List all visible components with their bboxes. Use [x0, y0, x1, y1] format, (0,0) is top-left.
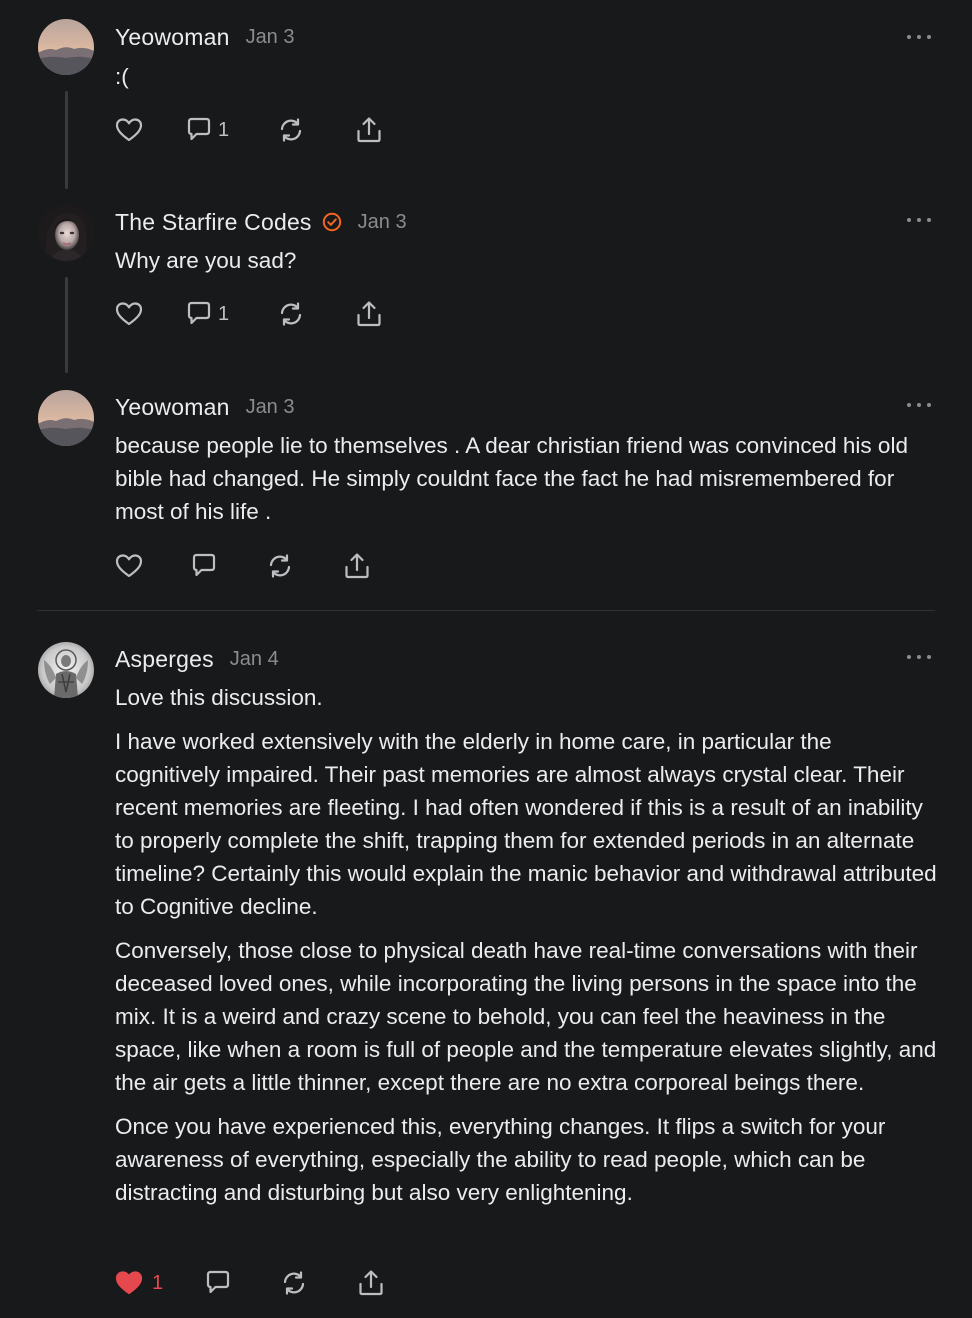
reply-button[interactable]: [189, 550, 219, 582]
heart-icon: [115, 302, 143, 326]
share-icon: [357, 301, 381, 327]
comment-body: because people lie to themselves . A dea…: [115, 429, 937, 539]
share-button[interactable]: [342, 550, 372, 582]
share-icon: [359, 1270, 383, 1296]
reply-count: 1: [218, 302, 230, 325]
restack-icon: [283, 1271, 305, 1295]
comment-paragraph: because people lie to themselves . A dea…: [115, 433, 908, 524]
comment-header: Yeowoman Jan 3: [115, 22, 295, 52]
comment-header: Asperges Jan 4: [115, 644, 279, 674]
more-dots-icon[interactable]: [907, 652, 931, 662]
speech-bubble-icon: [206, 1270, 230, 1294]
like-button[interactable]: [114, 298, 144, 330]
share-icon: [345, 553, 369, 579]
thread-line: [65, 277, 68, 373]
restack-button[interactable]: [276, 114, 306, 146]
comment-date[interactable]: Jan 3: [246, 396, 295, 419]
avatar[interactable]: [38, 205, 94, 261]
reply-button[interactable]: 1: [184, 114, 229, 146]
avatar[interactable]: [38, 19, 94, 75]
speech-bubble-icon: [187, 301, 211, 325]
like-button[interactable]: 1: [114, 1267, 163, 1299]
comment-paragraph: :(: [115, 64, 129, 89]
restack-button[interactable]: [276, 298, 306, 330]
share-button[interactable]: [356, 1267, 386, 1299]
author-name[interactable]: Yeowoman: [115, 394, 230, 421]
restack-icon: [280, 118, 302, 142]
thread-line: [65, 91, 68, 189]
comment-paragraph: Why are you sad?: [115, 248, 297, 273]
reply-count: 1: [218, 118, 230, 141]
share-button[interactable]: [354, 298, 384, 330]
avatar[interactable]: [38, 642, 94, 698]
more-dots-icon[interactable]: [907, 215, 931, 225]
restack-icon: [280, 302, 302, 326]
share-icon: [357, 117, 381, 143]
thread-divider: [37, 610, 935, 611]
comment-body: Love this discussion. I have worked exte…: [115, 681, 937, 1220]
comment-paragraph: Love this discussion.: [115, 685, 323, 710]
avatar[interactable]: [38, 390, 94, 446]
more-dots-icon[interactable]: [907, 400, 931, 410]
restack-icon: [269, 554, 291, 578]
comment-body: :(: [115, 60, 937, 104]
author-name[interactable]: The Starfire Codes: [115, 209, 312, 236]
comment-header: Yeowoman Jan 3: [115, 392, 295, 422]
restack-button[interactable]: [265, 550, 295, 582]
heart-icon: [115, 1271, 143, 1295]
like-button[interactable]: [114, 114, 144, 146]
author-name[interactable]: Yeowoman: [115, 24, 230, 51]
comment-paragraph: Once you have experienced this, everythi…: [115, 1114, 886, 1205]
speech-bubble-icon: [187, 117, 211, 141]
restack-button[interactable]: [279, 1267, 309, 1299]
share-button[interactable]: [354, 114, 384, 146]
comment-body: Why are you sad?: [115, 244, 937, 288]
more-dots-icon[interactable]: [907, 32, 931, 42]
author-name[interactable]: Asperges: [115, 646, 214, 673]
comment-date[interactable]: Jan 3: [246, 26, 295, 49]
like-count: 1: [152, 1271, 164, 1294]
comment-date[interactable]: Jan 4: [230, 648, 279, 671]
heart-icon: [115, 118, 143, 142]
speech-bubble-icon: [192, 553, 216, 577]
comment-date[interactable]: Jan 3: [358, 211, 407, 234]
verified-check-icon: [322, 212, 342, 232]
comment-header: The Starfire Codes Jan 3: [115, 207, 407, 237]
heart-icon: [115, 554, 143, 578]
reply-button[interactable]: 1: [184, 298, 229, 330]
like-button[interactable]: [114, 550, 144, 582]
comment-paragraph: Conversely, those close to physical deat…: [115, 938, 937, 1095]
reply-button[interactable]: [203, 1267, 233, 1299]
comment-paragraph: I have worked extensively with the elder…: [115, 729, 937, 919]
